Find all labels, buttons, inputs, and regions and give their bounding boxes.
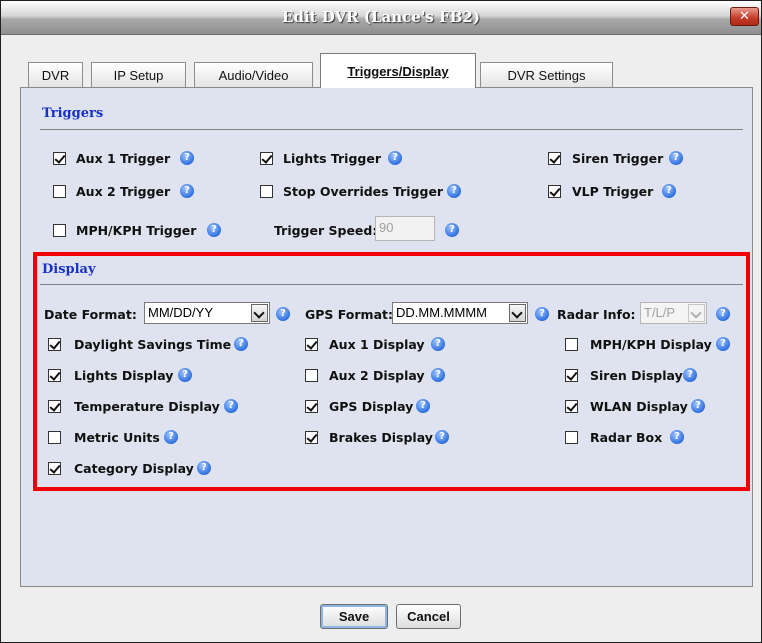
help-icon[interactable]: ? [207,223,221,237]
aux1-trigger-checkbox[interactable] [53,152,66,165]
aux1-trigger-label: Aux 1 Trigger [76,151,171,166]
aux2-trigger-label: Aux 2 Trigger [76,184,171,199]
tab-audio-video[interactable]: Audio/Video [194,62,313,87]
trigger-speed-label: Trigger Speed: [274,223,378,238]
tab-label: DVR [41,68,70,83]
lights-trigger-label: Lights Trigger [283,151,382,166]
vlp-trigger-label: VLP Trigger [572,184,654,199]
dialog-title: Edit DVR (Lance's FB2) [282,8,480,26]
display-highlight-box [33,252,750,491]
siren-trigger-checkbox[interactable] [548,152,561,165]
tab-dvr-settings[interactable]: DVR Settings [480,62,613,87]
help-icon[interactable]: ? [669,151,683,165]
stop-overrides-trigger-label: Stop Overrides Trigger [283,184,444,199]
close-icon: ✕ [739,9,750,24]
mph-kph-trigger-label: MPH/KPH Trigger [76,223,197,238]
tab-triggers-display[interactable]: Triggers/Display [320,53,476,88]
tab-label: Triggers/Display [347,64,449,79]
triggers-section-title: Triggers [42,106,104,121]
trigger-speed-input[interactable]: 90 [375,216,435,241]
help-icon[interactable]: ? [447,184,461,198]
help-icon[interactable]: ? [388,151,402,165]
mph-kph-trigger-checkbox[interactable] [53,224,66,237]
help-icon[interactable]: ? [445,223,459,237]
help-icon[interactable]: ? [180,184,194,198]
aux2-trigger-checkbox[interactable] [53,185,66,198]
tab-dvr[interactable]: DVR [28,62,83,87]
tab-label: DVR Settings [507,68,586,83]
cancel-button[interactable]: Cancel [396,604,461,629]
save-button[interactable]: Save [320,604,388,629]
title-bar[interactable]: Edit DVR (Lance's FB2) ✕ [1,1,761,35]
close-button[interactable]: ✕ [730,7,759,26]
lights-trigger-checkbox[interactable] [260,152,273,165]
siren-trigger-label: Siren Trigger [572,151,664,166]
help-icon[interactable]: ? [180,151,194,165]
tab-label: IP Setup [113,68,164,83]
stop-overrides-trigger-checkbox[interactable] [260,185,273,198]
triggers-divider [40,129,743,130]
tab-label: Audio/Video [218,68,289,83]
vlp-trigger-checkbox[interactable] [548,185,561,198]
tab-ip-setup[interactable]: IP Setup [91,62,186,87]
help-icon[interactable]: ? [662,184,676,198]
